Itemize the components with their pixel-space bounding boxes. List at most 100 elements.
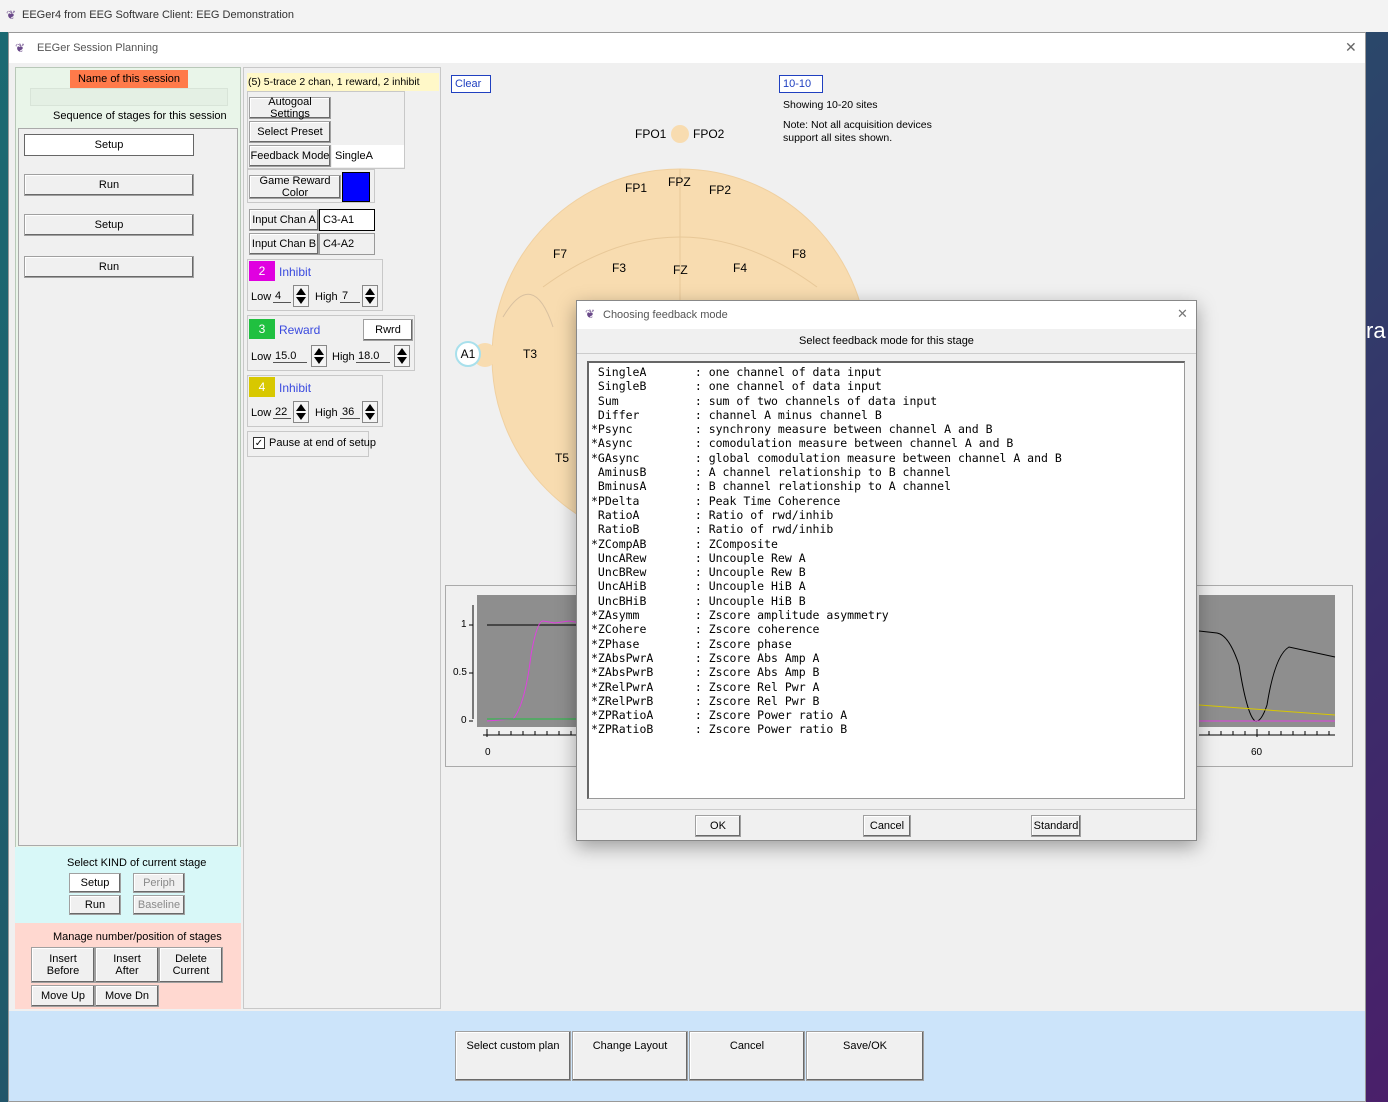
band-2-high-spinner[interactable] — [362, 285, 378, 307]
stage-run-2[interactable]: Run — [24, 256, 194, 278]
close-icon[interactable]: ✕ — [1345, 39, 1357, 56]
band-4-number: 4 — [249, 377, 275, 397]
site-fpo2[interactable]: FPO2 — [693, 127, 724, 141]
window-icon: ❦ — [15, 41, 26, 55]
mode-item[interactable]: *PDelta : Peak Time Coherence — [591, 494, 1184, 508]
stage-setup-2[interactable]: Setup — [24, 214, 194, 236]
dialog-ok-button[interactable]: OK — [695, 815, 741, 837]
band-2-high-value[interactable]: 7 — [340, 290, 360, 303]
site-a1[interactable]: A1 — [455, 341, 481, 367]
insert-before-button[interactable]: Insert Before — [31, 947, 95, 983]
kind-setup-button[interactable]: Setup — [69, 873, 121, 893]
band-3-low-spinner[interactable] — [311, 345, 327, 367]
band-4-low-spinner[interactable] — [293, 401, 309, 423]
mode-item[interactable]: UncARew : Uncouple Rew A — [591, 551, 1184, 565]
dialog-close-icon[interactable]: ✕ — [1177, 306, 1188, 322]
mode-item[interactable]: UncBHiB : Uncouple HiB B — [591, 594, 1184, 608]
pause-checkbox[interactable]: ✓ — [253, 437, 265, 449]
band-4-low-value[interactable]: 22 — [273, 406, 291, 419]
input-chan-a-button[interactable]: Input Chan A — [249, 209, 319, 231]
mode-item[interactable]: UncAHiB : Uncouple HiB A — [591, 579, 1184, 593]
mode-item[interactable]: *ZAbsPwrA : Zscore Abs Amp A — [591, 651, 1184, 665]
band-3-name[interactable]: Reward — [279, 323, 320, 337]
mode-item[interactable]: Sum : sum of two channels of data input — [591, 394, 1184, 408]
window-titlebar: ❦ EEGer Session Planning ✕ — [9, 33, 1365, 63]
manage-panel: Manage number/position of stages Insert … — [15, 923, 241, 1009]
band-4-high-value[interactable]: 36 — [340, 406, 360, 419]
save-ok-button[interactable]: Save/OK — [806, 1031, 924, 1081]
move-up-button[interactable]: Move Up — [31, 985, 95, 1007]
site-f8[interactable]: F8 — [792, 247, 806, 261]
band-3-high-spinner[interactable] — [394, 345, 410, 367]
site-fp1[interactable]: FP1 — [625, 181, 647, 195]
site-t5[interactable]: T5 — [555, 451, 569, 465]
input-chan-b-field[interactable]: C4-A2 — [319, 233, 375, 255]
band-4-high-label: High — [315, 407, 338, 419]
mode-item[interactable]: RatioA : Ratio of rwd/inhib — [591, 508, 1184, 522]
select-preset-button[interactable]: Select Preset — [249, 121, 331, 143]
game-reward-color-button[interactable]: Game Reward Color — [249, 175, 341, 199]
band-2-low-value[interactable]: 4 — [273, 290, 291, 303]
mode-list[interactable]: SingleA : one channel of data input Sing… — [587, 361, 1185, 799]
site-t3[interactable]: T3 — [523, 347, 537, 361]
mode-item[interactable]: *ZCompAB : ZComposite — [591, 537, 1184, 551]
mode-item[interactable]: SingleB : one channel of data input — [591, 379, 1184, 393]
band-3-rwrd-button[interactable]: Rwrd — [363, 319, 413, 341]
game-reward-swatch[interactable] — [342, 172, 370, 202]
kind-baseline-button[interactable]: Baseline — [133, 895, 185, 915]
site-f4[interactable]: F4 — [733, 261, 747, 275]
mode-item[interactable]: *ZRelPwrB : Zscore Rel Pwr B — [591, 694, 1184, 708]
stage-run-1[interactable]: Run — [24, 174, 194, 196]
mode-item[interactable]: *ZAsymm : Zscore amplitude asymmetry — [591, 608, 1184, 622]
x-tick-0: 0 — [485, 747, 491, 758]
dialog-footer-divider — [577, 809, 1196, 810]
y-tick-05: 0.5 — [453, 667, 467, 678]
band-3-high-value[interactable]: 18.0 — [356, 350, 390, 363]
stage-setup-1[interactable]: Setup — [24, 134, 194, 156]
mode-item[interactable]: *ZAbsPwrB : Zscore Abs Amp B — [591, 665, 1184, 679]
mode-item[interactable]: *Psync : synchrony measure between chann… — [591, 422, 1184, 436]
site-fpo1[interactable]: FPO1 — [635, 127, 666, 141]
kind-run-button[interactable]: Run — [69, 895, 121, 915]
delete-current-button[interactable]: Delete Current — [159, 947, 223, 983]
autogoal-settings-button[interactable]: Autogoal Settings — [249, 96, 331, 120]
kind-panel: Select KIND of current stage Setup Perip… — [15, 847, 241, 923]
mode-item[interactable]: Differ : channel A minus channel B — [591, 408, 1184, 422]
mode-item[interactable]: *ZPRatioA : Zscore Power ratio A — [591, 708, 1184, 722]
band-4-name[interactable]: Inhibit — [279, 381, 311, 395]
desktop-text: ra — [1366, 318, 1386, 343]
insert-after-button[interactable]: Insert After — [95, 947, 159, 983]
mode-item[interactable]: UncBRew : Uncouple Rew B — [591, 565, 1184, 579]
mode-item[interactable]: *ZPhase : Zscore phase — [591, 637, 1184, 651]
site-fpz[interactable]: FPZ — [668, 175, 691, 189]
change-layout-button[interactable]: Change Layout — [572, 1031, 688, 1081]
mode-item[interactable]: *ZRelPwrA : Zscore Rel Pwr A — [591, 680, 1184, 694]
site-fz[interactable]: FZ — [673, 263, 688, 277]
mode-item[interactable]: *Async : comodulation measure between ch… — [591, 436, 1184, 450]
cancel-button[interactable]: Cancel — [689, 1031, 805, 1081]
dialog-standard-button[interactable]: Standard — [1031, 815, 1081, 837]
plan-name-field[interactable] — [30, 88, 228, 106]
mode-item[interactable]: *ZPRatioB : Zscore Power ratio B — [591, 722, 1184, 736]
move-dn-button[interactable]: Move Dn — [95, 985, 159, 1007]
band-2-low-spinner[interactable] — [293, 285, 309, 307]
mode-item[interactable]: RatioB : Ratio of rwd/inhib — [591, 522, 1184, 536]
input-chan-b-button[interactable]: Input Chan B — [249, 233, 319, 255]
band-3-low-value[interactable]: 15.0 — [273, 350, 307, 363]
band-4-high-spinner[interactable] — [362, 401, 378, 423]
kind-periph-button[interactable]: Periph — [133, 873, 185, 893]
mode-item[interactable]: *GAsync : global comodulation measure be… — [591, 451, 1184, 465]
input-chan-a-field[interactable]: C3-A1 — [319, 209, 375, 231]
mode-item[interactable]: SingleA : one channel of data input — [591, 365, 1184, 379]
dialog-cancel-button[interactable]: Cancel — [863, 815, 911, 837]
site-f7[interactable]: F7 — [553, 247, 567, 261]
select-custom-plan-button[interactable]: Select custom plan — [455, 1031, 571, 1081]
mode-item[interactable]: BminusA : B channel relationship to A ch… — [591, 479, 1184, 493]
mode-item[interactable]: *ZCohere : Zscore coherence — [591, 622, 1184, 636]
feedback-mode-button[interactable]: Feedback Mode — [249, 145, 331, 167]
site-fp2[interactable]: FP2 — [709, 183, 731, 197]
band-2-name[interactable]: Inhibit — [279, 265, 311, 279]
site-f3[interactable]: F3 — [612, 261, 626, 275]
mode-item[interactable]: AminusB : A channel relationship to B ch… — [591, 465, 1184, 479]
band-3-low-label: Low — [251, 351, 272, 363]
